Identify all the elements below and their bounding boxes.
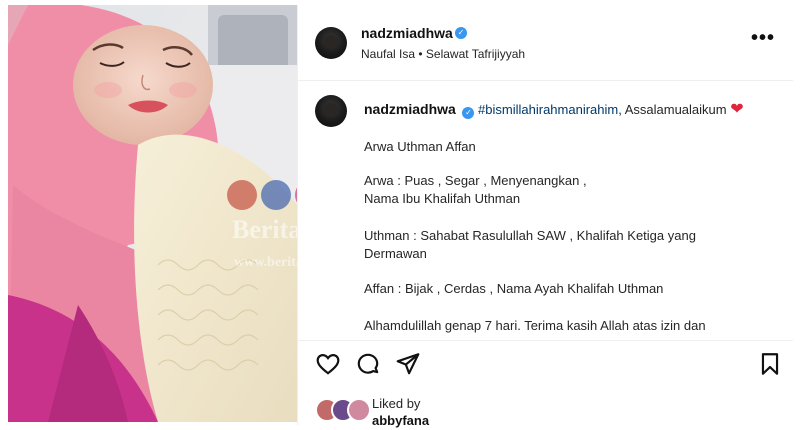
post-detail-panel: nadzmiadhwa ✓ Naufal Isa • Selawat Tafri… xyxy=(297,5,793,428)
caption-line: Affan : Bijak , Cerdas , Nama Ayah Khali… xyxy=(364,281,664,296)
caption-username[interactable]: nadzmiadhwa xyxy=(364,101,456,117)
post-actions-bar xyxy=(298,340,793,389)
caption-line: Alhamdulillah genap 7 hari. Terima kasih… xyxy=(364,318,706,333)
caption-first-line: nadzmiadhwa ✓ #bismillahirahmanirahim, A… xyxy=(364,99,744,119)
post-header: nadzmiadhwa ✓ Naufal Isa • Selawat Tafri… xyxy=(298,5,793,81)
share-paper-plane-icon[interactable] xyxy=(395,351,421,377)
photo-illustration xyxy=(8,5,297,422)
caption-line: Nama Ibu Khalifah Uthman xyxy=(364,191,521,206)
post-photo[interactable]: Berita Kopak www.beritakopak.com xyxy=(8,5,297,422)
caption-hashtag[interactable]: #bismillahirahmanirahim xyxy=(478,102,618,117)
caption-line: Dermawan xyxy=(364,246,427,261)
likes-summary: Liked by abbyfana xyxy=(298,388,793,428)
caption-line: Arwa : Puas , Segar , Menyenangkan , xyxy=(364,173,587,188)
caption-author-avatar[interactable] xyxy=(315,95,347,127)
liked-by-username[interactable]: abbyfana xyxy=(372,413,429,428)
caption-greeting: , Assalamualaikum xyxy=(618,102,727,117)
liker-avatar[interactable] xyxy=(347,398,371,422)
author-avatar[interactable] xyxy=(315,27,347,59)
bookmark-icon[interactable] xyxy=(757,351,783,377)
caption-line: Uthman : Sahabat Rasulullah SAW , Khalif… xyxy=(364,228,696,243)
post-caption: nadzmiadhwa ✓ #bismillahirahmanirahim, A… xyxy=(298,81,793,339)
like-heart-icon[interactable] xyxy=(315,351,341,377)
liked-by-label: Liked by xyxy=(372,396,421,411)
more-options-icon[interactable]: ••• xyxy=(751,27,775,50)
verified-badge-icon: ✓ xyxy=(455,27,467,39)
watermark-brand: Berita Kopak xyxy=(232,215,297,244)
caption-line: Arwa Uthman Affan xyxy=(364,139,476,154)
red-heart-emoji-icon: ❤ xyxy=(730,101,744,118)
caption-verified-badge-icon: ✓ xyxy=(462,107,475,119)
audio-track-link[interactable]: Naufal Isa • Selawat Tafrijiyyah xyxy=(361,47,525,61)
author-username[interactable]: nadzmiadhwa xyxy=(361,25,453,41)
watermark-url: www.beritakopak.com xyxy=(234,255,297,270)
comment-bubble-icon[interactable] xyxy=(355,351,381,377)
